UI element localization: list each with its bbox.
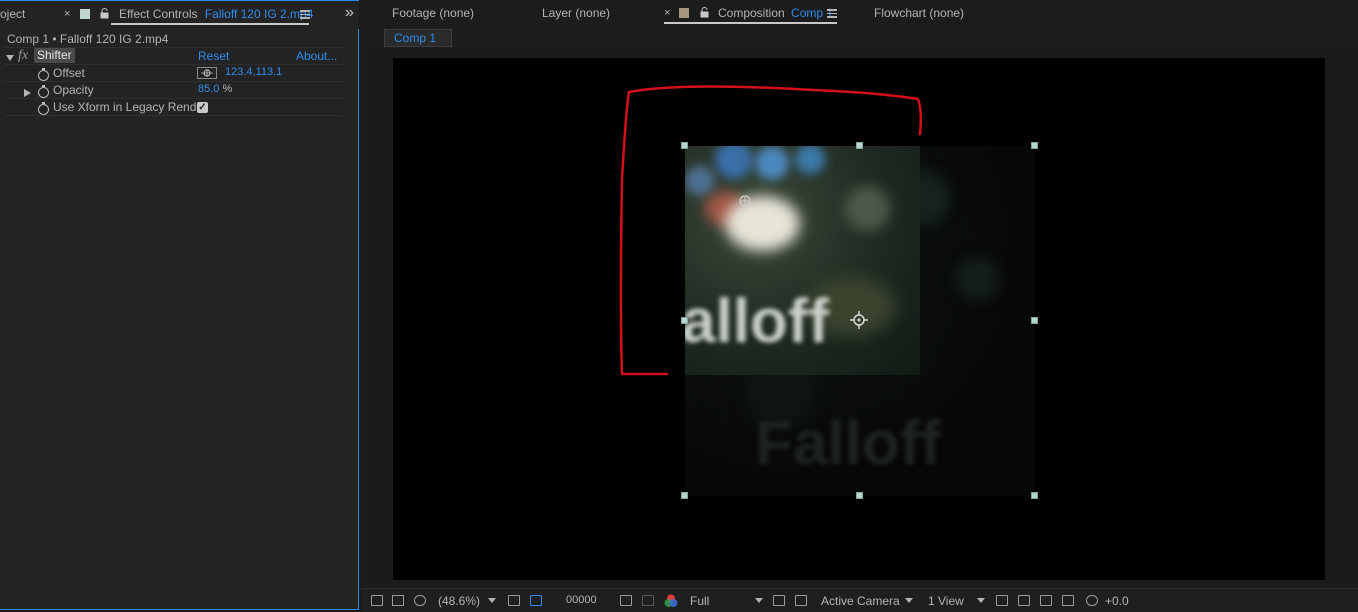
tab-project[interactable]: oject: [0, 7, 25, 21]
property-row-opacity: Opacity 85.0 %: [3, 82, 343, 98]
grid-guides-icon[interactable]: [508, 595, 520, 606]
property-label: Offset: [53, 66, 85, 80]
tab-effect-controls-file: Falloff 120 IG 2.mp4: [204, 7, 314, 21]
row-divider: [3, 115, 343, 116]
transparency-grid-icon[interactable]: [795, 595, 807, 606]
fast-previews-icon[interactable]: [1018, 595, 1030, 606]
panel-menu-icon[interactable]: [300, 10, 310, 19]
active-tab-underline: [664, 22, 837, 24]
tab-composition-label: Composition: [718, 6, 785, 20]
disclosure-triangle-open-icon[interactable]: [6, 51, 14, 65]
region-of-interest-icon[interactable]: [773, 595, 785, 606]
chevron-down-icon[interactable]: [488, 598, 496, 603]
composition-canvas[interactable]: Falloff alloff: [393, 58, 1325, 580]
tab-effect-controls-label: Effect Controls: [119, 7, 198, 21]
chevron-down-icon[interactable]: [905, 598, 913, 603]
color-channels-icon[interactable]: [664, 594, 678, 611]
zoom-select[interactable]: (48.6%): [438, 594, 480, 608]
effect-controls-panel: oject × Effect Controls Falloff 120 IG 2…: [0, 0, 359, 610]
current-time[interactable]: 00000: [566, 594, 597, 606]
camera-snapshot-icon[interactable]: [620, 595, 632, 606]
chevron-down-icon[interactable]: [755, 598, 763, 603]
tab-layer[interactable]: Layer (none): [542, 6, 610, 20]
point-target-icon[interactable]: [197, 67, 217, 79]
flowchart-icon[interactable]: [1062, 595, 1074, 606]
overflow-chevron-icon[interactable]: »: [345, 4, 354, 22]
viewer-tab-bar: Footage (none) Layer (none) × Compositio…: [362, 0, 1358, 28]
annotation-freehand-stroke: [619, 85, 923, 376]
comp-navigator-chip[interactable]: Comp 1: [384, 29, 452, 47]
show-snapshot-icon[interactable]: [642, 595, 654, 606]
close-tab-icon[interactable]: ×: [64, 8, 70, 20]
viewer-toolbar: (48.6%) 00000 Full Active Camera 1 View …: [362, 588, 1358, 612]
stopwatch-icon[interactable]: [38, 68, 49, 81]
tab-effect-controls[interactable]: Effect Controls Falloff 120 IG 2.mp4: [119, 7, 313, 21]
timeline-icon[interactable]: [1040, 595, 1052, 606]
property-label: Opacity: [53, 83, 94, 97]
panel-menu-icon[interactable]: [827, 9, 837, 18]
opacity-unit: %: [222, 83, 233, 95]
resolution-select[interactable]: Full: [690, 594, 709, 608]
offset-value[interactable]: 123.4,113.1: [225, 66, 282, 78]
tab-composition[interactable]: Composition Comp 1: [718, 6, 833, 20]
reset-exposure-icon[interactable]: [1086, 595, 1098, 606]
fx-toggle-icon[interactable]: fx: [18, 48, 28, 64]
active-tab-underline: [111, 23, 309, 25]
tab-flowchart[interactable]: Flowchart (none): [874, 6, 964, 20]
effect-header-row[interactable]: fx Shifter Reset About...: [3, 48, 343, 64]
close-tab-icon[interactable]: ×: [664, 7, 670, 19]
opacity-value-group[interactable]: 85.0 %: [198, 83, 232, 95]
monitor-icon[interactable]: [392, 595, 404, 606]
lock-icon[interactable]: [100, 8, 109, 22]
comp-layer-title: Comp 1 • Falloff 120 IG 2.mp4: [7, 32, 169, 46]
always-preview-icon[interactable]: [371, 595, 383, 606]
label-color-swatch: [80, 9, 90, 19]
opacity-value: 85.0: [198, 83, 220, 95]
effect-name[interactable]: Shifter: [34, 48, 75, 63]
vr-goggles-icon[interactable]: [414, 595, 426, 606]
property-row-legacy-xform: Use Xform in Legacy Rende ✓: [3, 99, 343, 115]
property-label: Use Xform in Legacy Rende: [53, 100, 204, 114]
toggle-pixel-aspect-icon[interactable]: [996, 595, 1008, 606]
mask-visibility-icon[interactable]: [530, 595, 542, 606]
left-tab-bar: oject × Effect Controls Falloff 120 IG 2…: [0, 1, 359, 29]
view-layout-select[interactable]: 1 View: [928, 594, 964, 608]
property-row-offset: Offset 123.4,113.1: [3, 65, 343, 81]
reset-link[interactable]: Reset: [198, 49, 229, 63]
legacy-xform-checkbox[interactable]: ✓: [197, 102, 208, 113]
tab-footage[interactable]: Footage (none): [392, 6, 474, 20]
stopwatch-icon[interactable]: [38, 102, 49, 115]
about-link[interactable]: About...: [296, 49, 337, 63]
camera-select[interactable]: Active Camera: [821, 594, 900, 608]
lock-icon[interactable]: [700, 7, 709, 21]
exposure-value[interactable]: +0.0: [1105, 594, 1129, 608]
chevron-down-icon[interactable]: [977, 598, 985, 603]
label-color-swatch: [679, 8, 689, 18]
stopwatch-icon[interactable]: [38, 85, 49, 98]
